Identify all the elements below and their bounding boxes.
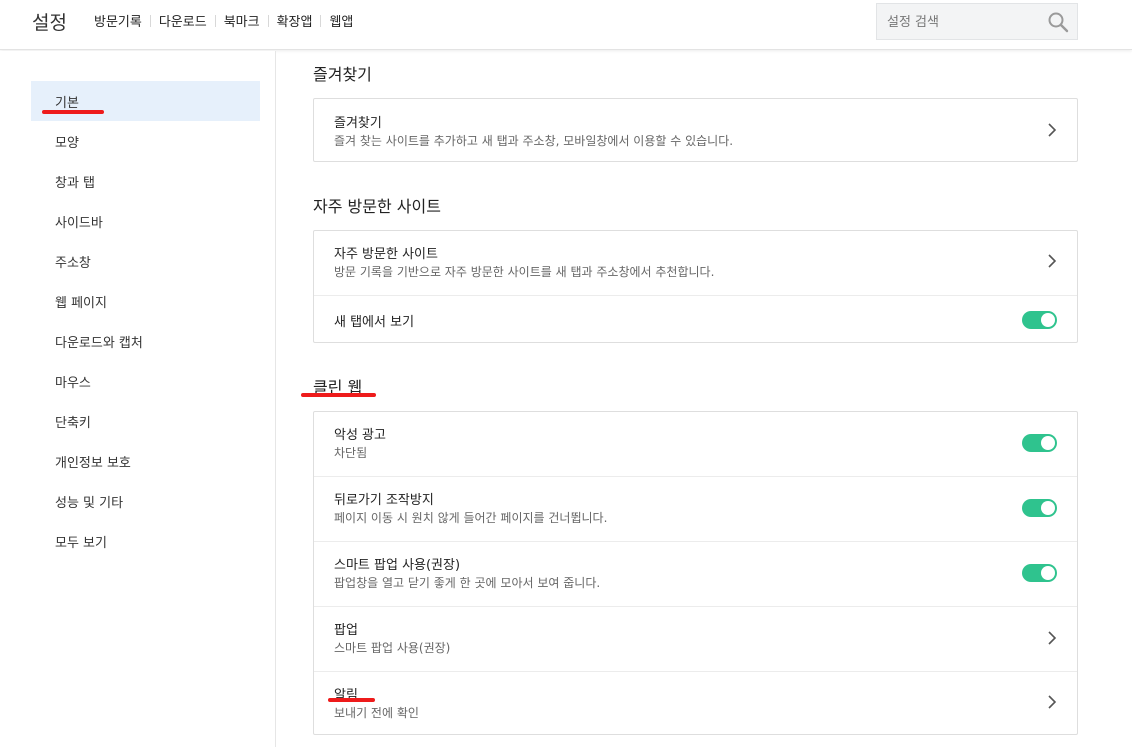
sidebar-item-sidebar[interactable]: 사이드바 xyxy=(31,201,260,241)
section-title-favorites: 즐겨찾기 xyxy=(313,65,372,84)
show-in-new-tab-row: 새 탭에서 보기 xyxy=(314,295,1077,342)
back-navigation-guard-row: 뒤로가기 조작방지 페이지 이동 시 원치 않게 들어간 페이지를 건너뜁니다. xyxy=(314,476,1077,541)
search-icon[interactable] xyxy=(1047,11,1069,33)
nav-bookmarks[interactable]: 북마크 xyxy=(224,11,260,30)
chevron-right-icon xyxy=(1048,695,1057,709)
notifications-row[interactable]: 알림 보내기 전에 확인 xyxy=(314,671,1077,734)
sidebar-item-privacy[interactable]: 개인정보 보호 xyxy=(31,441,260,481)
row-desc: 스마트 팝업 사용(권장) xyxy=(334,641,451,655)
nav-history[interactable]: 방문기록 xyxy=(94,11,142,30)
settings-main: 즐겨찾기 즐겨찾기 즐겨 찾는 사이트를 추가하고 새 탭과 주소창, 모바일창… xyxy=(276,51,1132,747)
row-title: 악성 광고 xyxy=(334,428,386,443)
top-header: 설정 방문기록 다운로드 북마크 확장앱 웹앱 xyxy=(0,0,1132,50)
sidebar-item-download-capture[interactable]: 다운로드와 캡처 xyxy=(31,321,260,361)
row-title: 자주 방문한 사이트 xyxy=(334,247,438,262)
row-title: 팝업 xyxy=(334,623,358,638)
row-desc: 즐겨 찾는 사이트를 추가하고 새 탭과 주소창, 모바일창에서 이용할 수 있… xyxy=(334,134,734,148)
clean-web-card: 악성 광고 차단됨 뒤로가기 조작방지 페이지 이동 시 원치 않게 들어간 페… xyxy=(313,411,1078,735)
row-desc: 차단됨 xyxy=(334,446,368,460)
row-title: 스마트 팝업 사용(권장) xyxy=(334,558,461,573)
nav-webapps[interactable]: 웹앱 xyxy=(329,11,353,30)
sidebar-item-basic[interactable]: 기본 xyxy=(31,81,260,121)
smart-popup-row: 스마트 팝업 사용(권장) 팝업창을 열고 닫기 좋게 한 곳에 모아서 보여 … xyxy=(314,541,1077,606)
malicious-ads-toggle[interactable] xyxy=(1022,434,1057,452)
nav-divider xyxy=(214,14,216,27)
row-title: 새 탭에서 보기 xyxy=(334,315,415,330)
chevron-right-icon xyxy=(1048,123,1057,137)
nav-extensions[interactable]: 확장앱 xyxy=(277,11,313,30)
sidebar-item-windows-tabs[interactable]: 창과 탭 xyxy=(31,161,260,201)
sidebar-item-address-bar[interactable]: 주소창 xyxy=(31,241,260,281)
chevron-right-icon xyxy=(1048,254,1057,268)
sidebar-item-performance[interactable]: 성능 및 기타 xyxy=(31,481,260,521)
sidebar-item-shortcuts[interactable]: 단축키 xyxy=(31,401,260,441)
favorites-card: 즐겨찾기 즐겨 찾는 사이트를 추가하고 새 탭과 주소창, 모바일창에서 이용… xyxy=(313,98,1078,162)
settings-search xyxy=(876,3,1078,40)
section-title-frequent-sites: 자주 방문한 사이트 xyxy=(313,197,441,216)
row-title: 즐겨찾기 xyxy=(334,116,382,131)
favorites-row[interactable]: 즐겨찾기 즐겨 찾는 사이트를 추가하고 새 탭과 주소창, 모바일창에서 이용… xyxy=(314,99,1077,161)
chevron-right-icon xyxy=(1048,631,1057,645)
malicious-ads-row: 악성 광고 차단됨 xyxy=(314,412,1077,476)
search-input[interactable] xyxy=(887,12,1037,32)
sidebar-item-mouse[interactable]: 마우스 xyxy=(31,361,260,401)
nav-divider xyxy=(320,14,322,27)
page-title: 설정 xyxy=(32,12,67,34)
row-title: 뒤로가기 조작방지 xyxy=(334,493,434,508)
show-in-new-tab-toggle[interactable] xyxy=(1022,311,1057,329)
nav-divider xyxy=(267,14,269,27)
frequent-sites-card: 자주 방문한 사이트 방문 기록을 기반으로 자주 방문한 사이트를 새 탭과 … xyxy=(313,230,1078,343)
smart-popup-toggle[interactable] xyxy=(1022,564,1057,582)
row-desc: 팝업창을 열고 닫기 좋게 한 곳에 모아서 보여 줍니다. xyxy=(334,576,601,590)
row-desc: 방문 기록을 기반으로 자주 방문한 사이트를 새 탭과 주소창에서 추천합니다… xyxy=(334,265,715,279)
popup-row[interactable]: 팝업 스마트 팝업 사용(권장) xyxy=(314,606,1077,671)
row-desc: 페이지 이동 시 원치 않게 들어간 페이지를 건너뜁니다. xyxy=(334,511,608,525)
nav-divider xyxy=(149,14,151,27)
annotation-underline-clean-web xyxy=(301,393,376,397)
sidebar-item-appearance[interactable]: 모양 xyxy=(31,121,260,161)
sidebar-item-view-all[interactable]: 모두 보기 xyxy=(31,521,260,561)
top-nav: 방문기록 다운로드 북마크 확장앱 웹앱 xyxy=(94,11,353,30)
sidebar-item-web-page[interactable]: 웹 페이지 xyxy=(31,281,260,321)
back-navigation-guard-toggle[interactable] xyxy=(1022,499,1057,517)
annotation-underline-basic xyxy=(42,110,104,114)
row-desc: 보내기 전에 확인 xyxy=(334,706,419,720)
frequent-sites-row[interactable]: 자주 방문한 사이트 방문 기록을 기반으로 자주 방문한 사이트를 새 탭과 … xyxy=(314,231,1077,295)
annotation-underline-notifications xyxy=(328,698,375,702)
nav-downloads[interactable]: 다운로드 xyxy=(159,11,207,30)
settings-sidebar: 기본 모양 창과 탭 사이드바 주소창 웹 페이지 다운로드와 캡처 마우스 단… xyxy=(0,51,276,747)
